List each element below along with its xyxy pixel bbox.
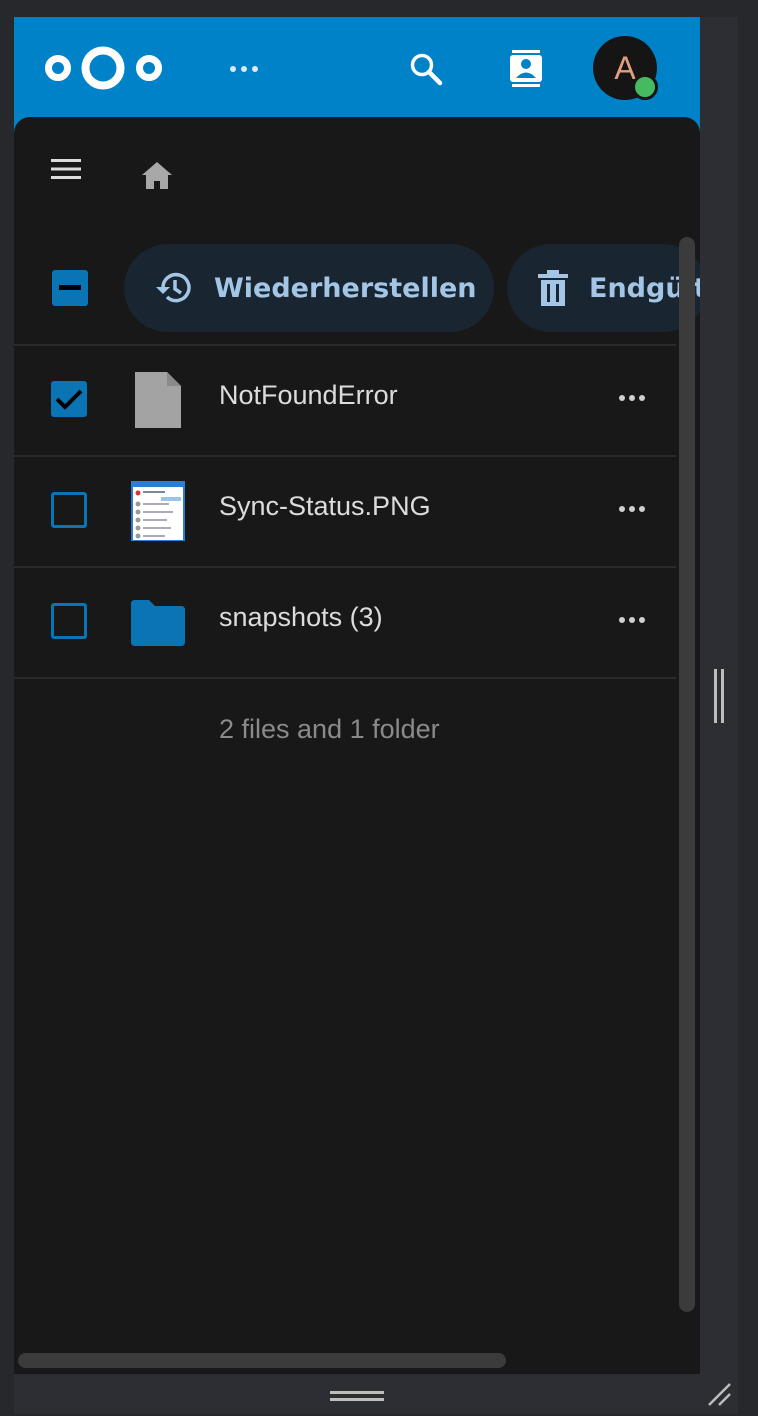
file-row[interactable]: snapshots (3) <box>14 566 676 679</box>
file-list: NotFoundError Sync-Status.PNG snapshots … <box>14 344 676 679</box>
file-row[interactable]: Sync-Status.PNG <box>14 455 676 566</box>
image-thumbnail <box>129 480 187 542</box>
horizontal-resize-grip-icon[interactable] <box>330 1388 384 1402</box>
corner-resize-icon[interactable] <box>705 1380 733 1408</box>
bulk-actions-bar: Wiederherstellen Endgültig löschen <box>14 244 700 344</box>
select-all-checkbox[interactable] <box>52 270 88 306</box>
online-status-indicator <box>632 74 658 100</box>
file-name[interactable]: NotFoundError <box>219 380 398 411</box>
contacts-icon[interactable] <box>500 43 552 95</box>
file-actions-icon[interactable] <box>616 386 648 410</box>
breadcrumb-home-icon[interactable] <box>140 159 174 193</box>
vertical-scrollbar[interactable] <box>679 237 695 1312</box>
file-actions-icon[interactable] <box>616 497 648 521</box>
more-apps-icon[interactable] <box>220 57 268 81</box>
restore-button[interactable]: Wiederherstellen <box>124 244 494 332</box>
search-icon[interactable] <box>400 43 452 95</box>
trash-icon <box>537 270 569 306</box>
nextcloud-app: A Wiederherstellen Endgü NotFoundError S… <box>14 17 700 1374</box>
file-checkbox[interactable] <box>51 492 87 528</box>
file-row[interactable]: NotFoundError <box>14 344 676 455</box>
folder-icon <box>129 592 187 652</box>
restore-label: Wiederherstellen <box>214 272 477 304</box>
trashbin-content: Wiederherstellen Endgültig löschen <box>14 117 700 1374</box>
file-actions-icon[interactable] <box>616 608 648 632</box>
folder-name[interactable]: snapshots (3) <box>219 602 383 633</box>
navigation-menu-icon[interactable] <box>50 157 82 181</box>
delete-permanently-button[interactable]: Endgültig löschen <box>507 244 700 332</box>
nextcloud-logo[interactable] <box>41 44 166 92</box>
vertical-resize-grip-icon[interactable] <box>712 669 726 723</box>
horizontal-scrollbar[interactable] <box>18 1353 506 1368</box>
file-checkbox-checked[interactable] <box>51 381 87 417</box>
file-checkbox[interactable] <box>51 603 87 639</box>
file-list-summary: 2 files and 1 folder <box>219 714 440 744</box>
app-header: A <box>14 17 700 117</box>
generic-file-icon <box>129 370 187 430</box>
history-icon <box>154 268 194 308</box>
file-name[interactable]: Sync-Status.PNG <box>219 491 431 522</box>
